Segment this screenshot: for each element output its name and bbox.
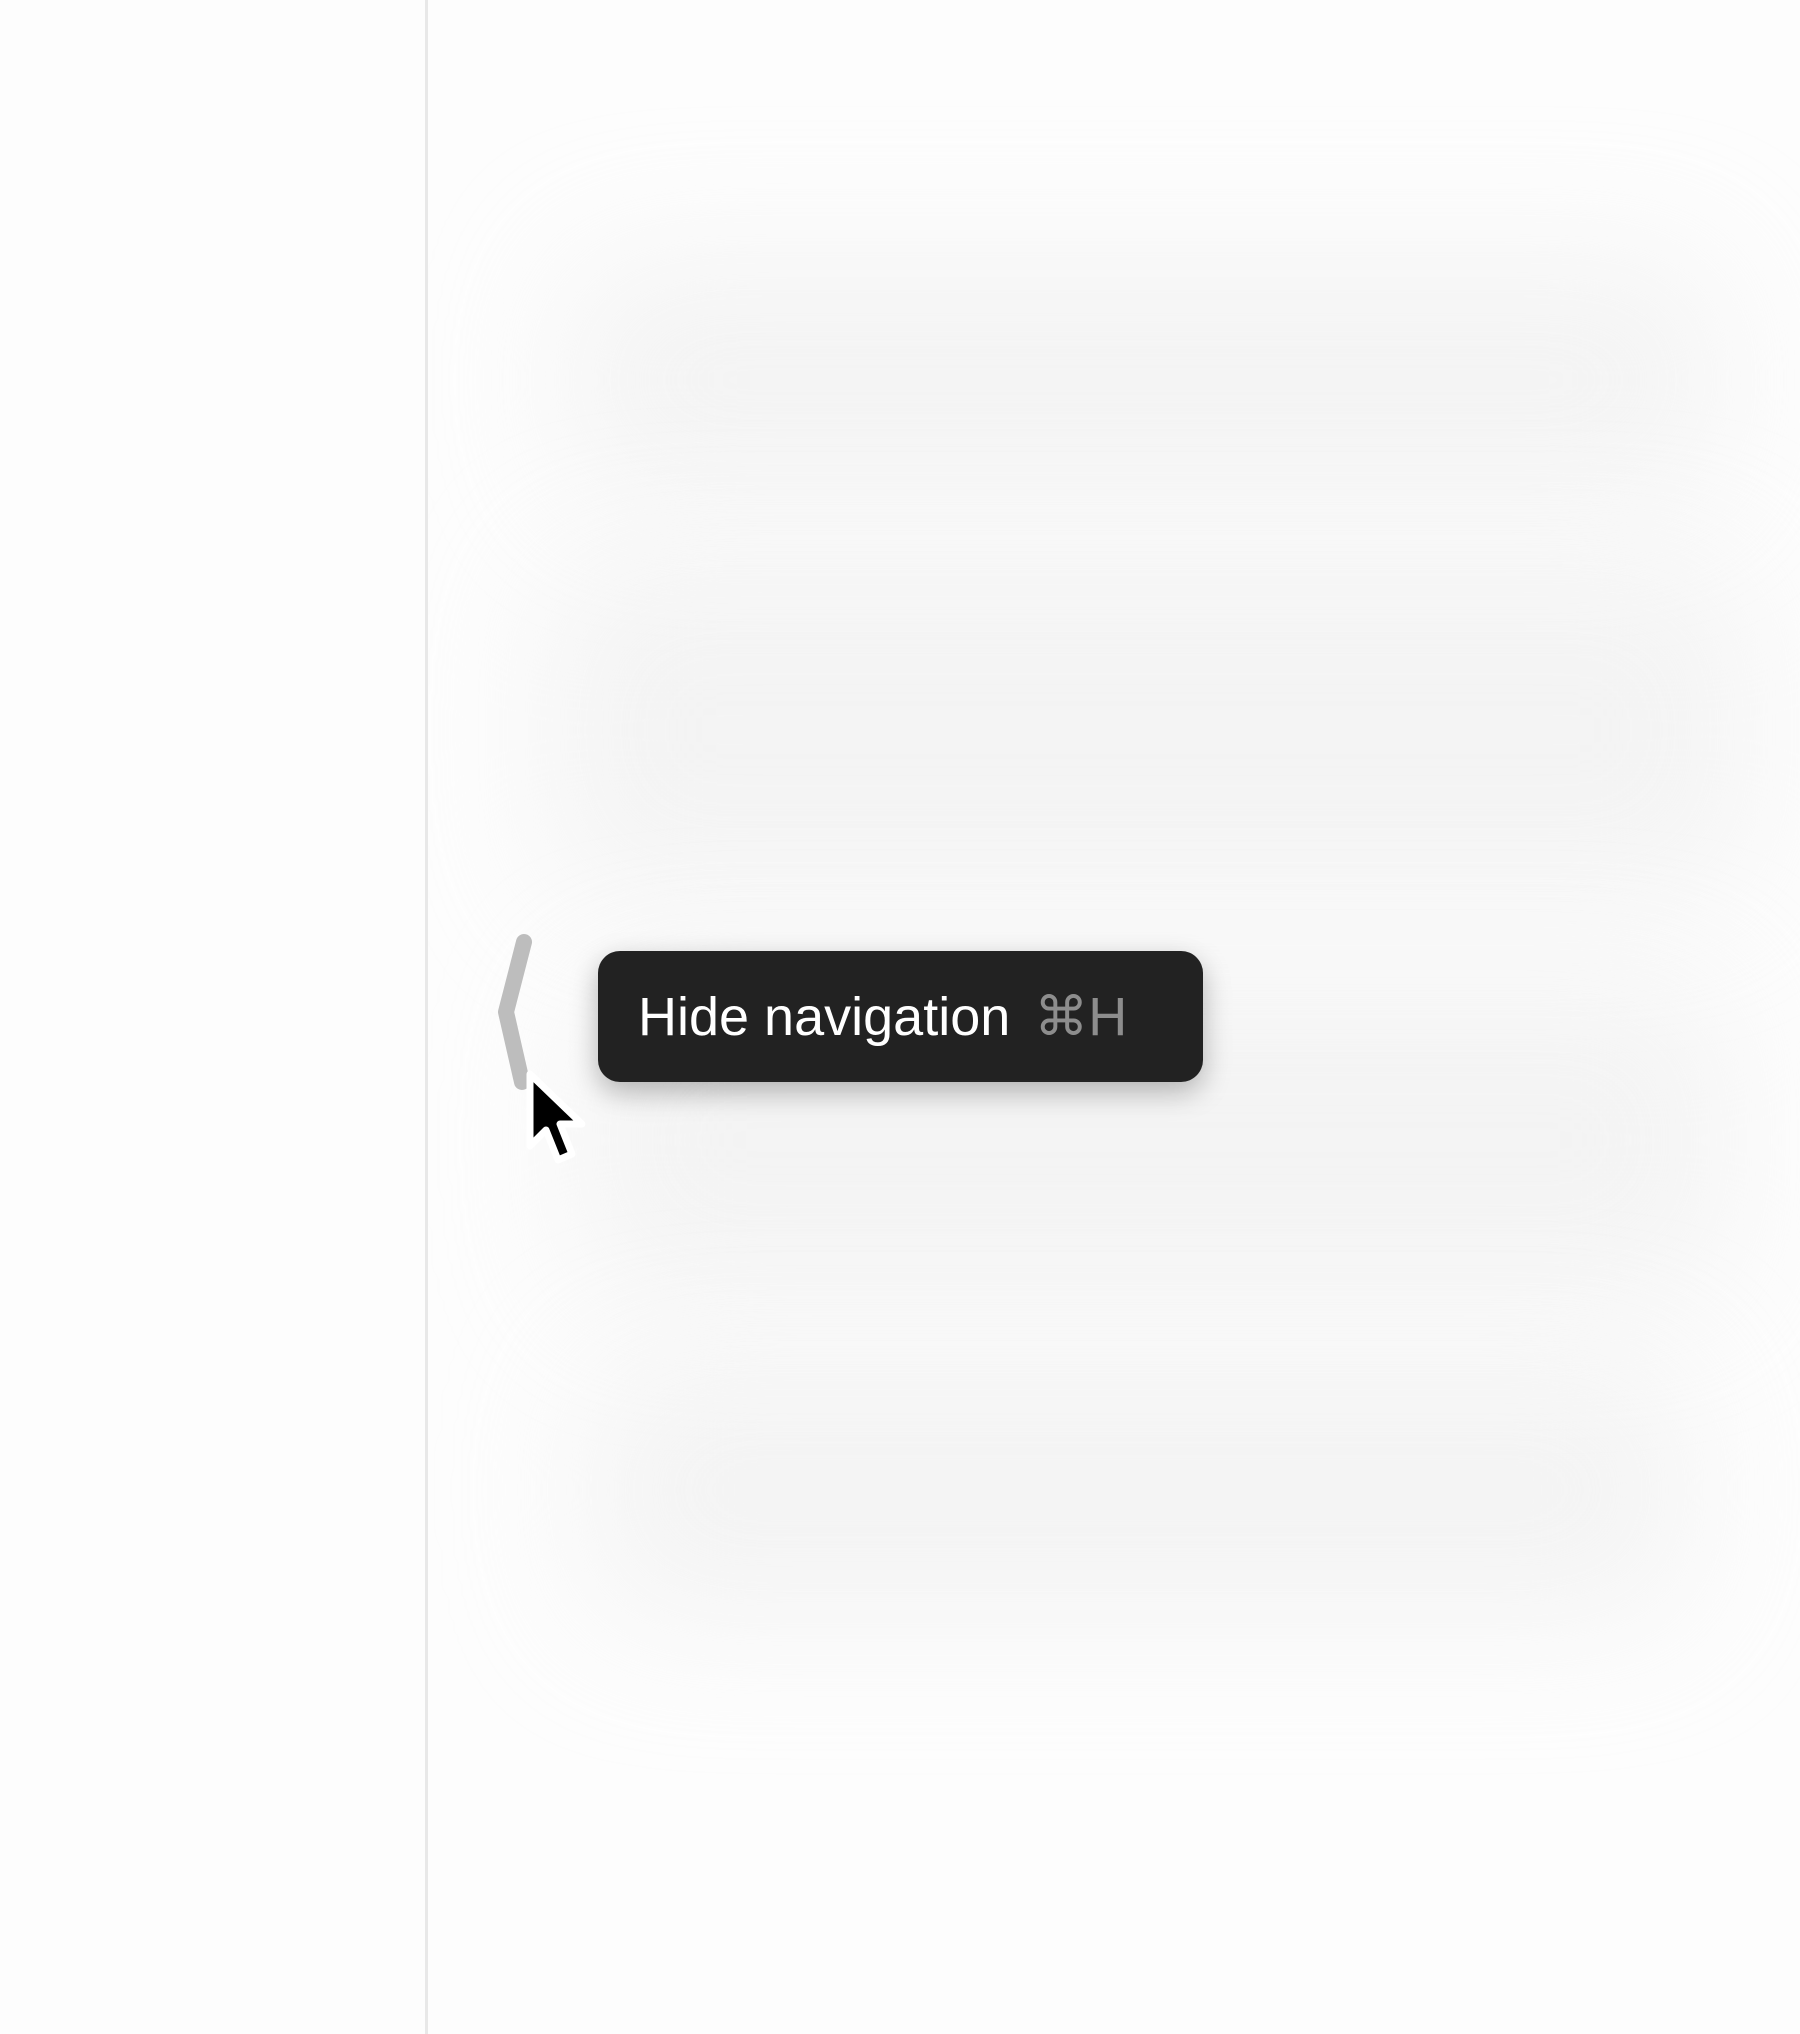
hide-navigation-tooltip: Hide navigation ⌘H (598, 951, 1203, 1082)
tooltip-label: Hide navigation (638, 986, 1011, 1047)
arrow-pointer-icon (526, 1070, 586, 1164)
blurred-content-block (548, 560, 1748, 900)
blurred-content-block (588, 1360, 1688, 1620)
navigation-sidebar (0, 0, 425, 2034)
blurred-content-block (568, 260, 1718, 500)
keyboard-shortcut: ⌘H (1034, 986, 1128, 1047)
